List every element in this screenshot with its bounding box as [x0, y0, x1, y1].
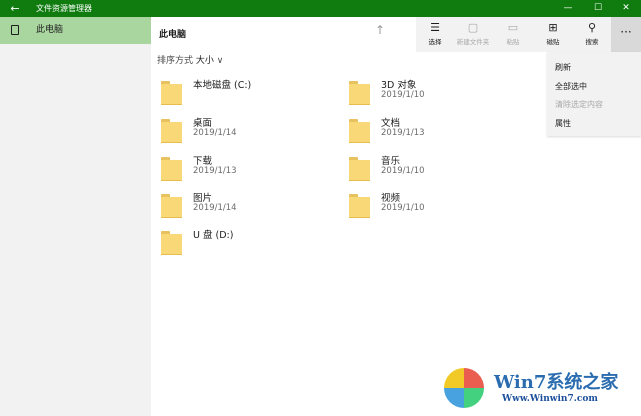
watermark-url: Www.Winwin7.com: [502, 394, 598, 404]
windows-logo-icon: [444, 368, 484, 408]
list-select-icon: ☰: [430, 21, 440, 34]
paste-label: 粘贴: [506, 38, 520, 46]
folder-tile-music[interactable]: 音乐 2019/1/10: [349, 153, 519, 187]
folder-icon: [161, 157, 182, 181]
command-bar: ☰ 选择 ▢ 新建文件夹 ▭ 粘贴 ⊞ 磁贴 ⚲ 搜索 ···: [416, 17, 641, 52]
folder-icon: [161, 119, 182, 143]
item-date: 2019/1/14: [193, 128, 237, 138]
clipboard-icon: ▭: [507, 21, 519, 34]
main-pane: 此电脑 ↑ ☰ 选择 ▢ 新建文件夹 ▭ 粘贴 ⊞ 磁贴 ⚲ 搜索 ··· 刷新…: [151, 17, 641, 416]
item-name: U 盘 (D:): [193, 230, 234, 241]
menu-item-properties[interactable]: 属性: [555, 118, 571, 129]
drive-tile-c[interactable]: 本地磁盘 (C:): [161, 77, 331, 111]
select-label: 选择: [428, 38, 442, 46]
drive-icon: [161, 81, 182, 105]
folder-icon: [349, 194, 370, 218]
search-icon: ⚲: [587, 21, 597, 34]
item-name: 图片: [193, 193, 213, 204]
new-folder-label: 新建文件夹: [456, 38, 490, 46]
item-date: 2019/1/13: [193, 166, 237, 176]
item-name: 文档: [381, 118, 401, 129]
watermark: Win7系统之家 Www.Winwin7.com: [440, 366, 640, 416]
item-date: 2019/1/10: [381, 203, 425, 213]
watermark-brand: Win7系统之家: [494, 372, 619, 393]
overflow-menu: 刷新 全部选中 清除选定内容 属性: [547, 52, 641, 136]
new-folder-icon: ▢: [467, 21, 479, 34]
tiles-view-button[interactable]: ⊞ 磁贴: [534, 17, 572, 52]
minimize-button[interactable]: —: [554, 0, 582, 17]
tiles-label: 磁贴: [546, 38, 560, 46]
item-date: 2019/1/14: [193, 203, 237, 213]
sidebar-item-label: 此电脑: [36, 25, 64, 35]
back-button[interactable]: ←: [6, 1, 24, 16]
item-name: 桌面: [193, 118, 213, 129]
sidebar-item-this-pc[interactable]: 此电脑: [0, 17, 151, 44]
menu-item-select-all[interactable]: 全部选中: [555, 81, 587, 92]
folder-icon: [349, 119, 370, 143]
window-title: 文件资源管理器: [36, 4, 92, 13]
sidebar: 此电脑: [0, 17, 151, 416]
menu-item-refresh[interactable]: 刷新: [555, 62, 571, 73]
item-name: 音乐: [381, 156, 401, 167]
new-folder-button[interactable]: ▢ 新建文件夹: [454, 17, 492, 52]
title-bar: ← 文件资源管理器 — ☐ ✕: [0, 0, 641, 17]
close-button[interactable]: ✕: [612, 0, 640, 17]
tablet-icon: [11, 25, 19, 35]
search-label: 搜索: [585, 38, 599, 46]
more-options-button[interactable]: ···: [611, 17, 641, 52]
up-arrow-icon[interactable]: ↑: [375, 23, 385, 37]
item-name: 下载: [193, 156, 213, 167]
folder-tile-downloads[interactable]: 下载 2019/1/13: [161, 153, 331, 187]
chevron-down-icon: ∨: [216, 56, 224, 66]
select-button[interactable]: ☰ 选择: [416, 17, 454, 52]
sort-dropdown[interactable]: 排序方式 大小 ∨: [157, 53, 223, 66]
drive-tile-d[interactable]: U 盘 (D:): [161, 227, 331, 261]
paste-button[interactable]: ▭ 粘贴: [494, 17, 532, 52]
folder-tile-3d-objects[interactable]: 3D 对象 2019/1/10: [349, 77, 519, 111]
folder-icon: [349, 81, 370, 105]
folder-icon: [349, 157, 370, 181]
search-button[interactable]: ⚲ 搜索: [573, 17, 611, 52]
sort-value: 大小: [195, 56, 214, 66]
item-name: 视频: [381, 193, 401, 204]
drive-icon: [161, 231, 182, 255]
sort-label: 排序方式: [157, 56, 194, 66]
folder-icon: [161, 194, 182, 218]
page-title: 此电脑: [159, 30, 187, 40]
folder-tile-desktop[interactable]: 桌面 2019/1/14: [161, 115, 331, 149]
item-date: 2019/1/10: [381, 90, 425, 100]
item-date: 2019/1/10: [381, 166, 425, 176]
item-name: 本地磁盘 (C:): [193, 80, 252, 91]
item-name: 3D 对象: [381, 80, 417, 91]
maximize-button[interactable]: ☐: [584, 0, 612, 17]
item-date: 2019/1/13: [381, 128, 425, 138]
grid-icon: ⊞: [548, 21, 558, 34]
folder-tile-pictures[interactable]: 图片 2019/1/14: [161, 190, 331, 224]
menu-item-clear-selection[interactable]: 清除选定内容: [555, 99, 603, 110]
folder-tile-documents[interactable]: 文档 2019/1/13: [349, 115, 519, 149]
folder-tile-videos[interactable]: 视频 2019/1/10: [349, 190, 519, 224]
